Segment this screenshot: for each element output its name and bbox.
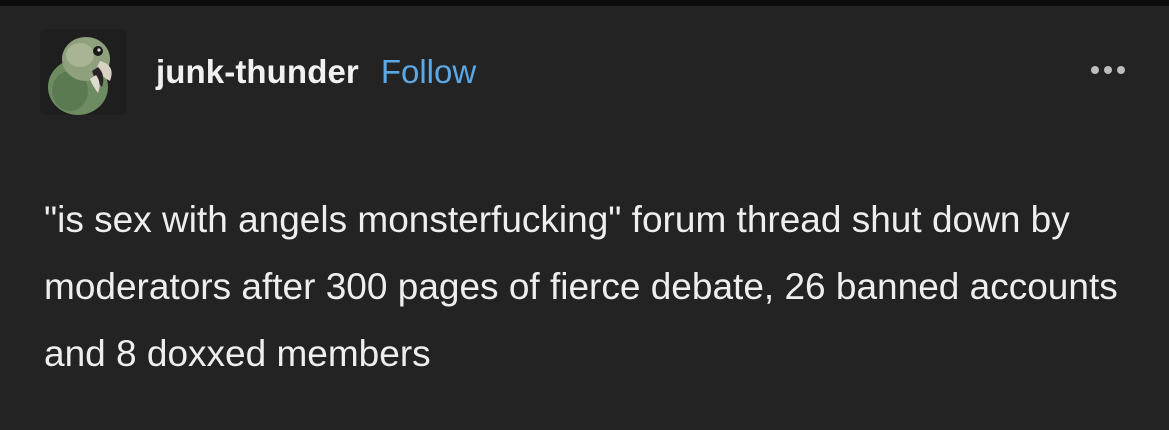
dot — [1117, 66, 1125, 74]
post-header: junk-thunder Follow — [40, 26, 476, 118]
dot — [1091, 66, 1099, 74]
username-link[interactable]: junk-thunder — [156, 53, 359, 91]
post-card: junk-thunder Follow "is sex with angels … — [0, 0, 1169, 430]
avatar[interactable] — [40, 29, 126, 115]
parrot-avatar-icon — [40, 29, 126, 115]
follow-button[interactable]: Follow — [381, 53, 476, 91]
more-options-icon[interactable] — [1087, 62, 1129, 78]
post-text: "is sex with angels monsterfucking" foru… — [44, 199, 1118, 374]
dot — [1104, 66, 1112, 74]
